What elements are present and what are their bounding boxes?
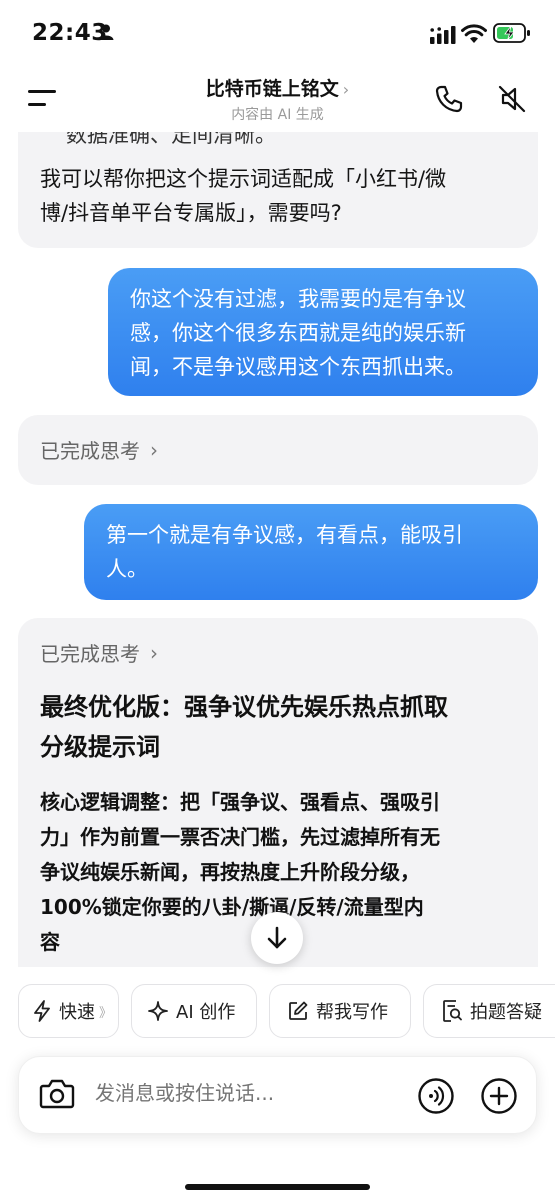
- heading-line: 分级提示词: [40, 733, 160, 761]
- user-text-line: 感，你这个很多东西就是纯的娱乐新: [130, 321, 466, 345]
- body-line: 争议纯娱乐新闻，再按热度上升阶段分级，: [40, 860, 420, 884]
- ai-text-line: 数据准确、足间清晰。: [66, 132, 276, 147]
- chevron-icon: 》: [99, 1005, 113, 1021]
- user-text-line: 你这个没有过滤，我需要的是有争议: [130, 287, 466, 311]
- scan-question-icon: [443, 1000, 462, 1022]
- chevron-right-icon: ›: [342, 80, 350, 99]
- quick-actions: 快速 》 AI 创作 帮我写作 拍题答疑: [0, 984, 555, 1040]
- voice-input-icon[interactable]: [417, 1077, 455, 1115]
- add-attachment-icon[interactable]: [480, 1077, 518, 1115]
- ai-generated-note: 内容由 AI 生成: [231, 107, 324, 123]
- answer-heading: 最终优化版：强争议优先娱乐热点抓取 分级提示词: [18, 667, 538, 767]
- speaker-muted-icon[interactable]: [497, 84, 527, 114]
- quick-action-fast[interactable]: 快速 》: [18, 984, 119, 1038]
- thinking-status[interactable]: 已完成思考 ›: [18, 415, 538, 485]
- signal-icon: [430, 26, 456, 44]
- quick-action-write[interactable]: 帮我写作: [269, 984, 411, 1038]
- user-message: 你这个没有过滤，我需要的是有争议 感，你这个很多东西就是纯的娱乐新 闻，不是争议…: [108, 268, 538, 396]
- user-text-line: 人。: [106, 557, 148, 581]
- quick-action-label: 帮我写作: [316, 1002, 388, 1023]
- ai-message-text: 我可以帮你把这个提示词适配成「小红书/微 博/抖音单平台专属版」，需要吗?: [18, 152, 538, 230]
- quick-action-photo-question[interactable]: 拍题答疑: [423, 984, 555, 1038]
- quick-action-label: 拍题答疑: [470, 1002, 542, 1023]
- home-indicator: [185, 1184, 370, 1190]
- status-time: 22:43: [32, 20, 108, 46]
- thinking-label: 已完成思考: [40, 642, 140, 666]
- ai-message-cut-line: 数据准确、足间清晰。: [18, 132, 538, 152]
- ai-message: 数据准确、足间清晰。 我可以帮你把这个提示词适配成「小红书/微 博/抖音单平台专…: [18, 132, 538, 248]
- body-line: 核心逻辑调整：把「强争议、强看点、强吸引: [40, 790, 440, 814]
- status-bar: 22:43: [0, 0, 555, 66]
- quick-action-ai-create[interactable]: AI 创作: [131, 984, 257, 1038]
- chat-header: 比特币链上铭文 › 内容由 AI 生成: [0, 66, 555, 132]
- arrow-down-icon: [267, 926, 287, 949]
- chat-title[interactable]: 比特币链上铭文 ›: [0, 74, 555, 101]
- body-line: 力」作为前置一票否决门槛，先过滤掉所有无: [40, 825, 440, 849]
- ai-text-line: 我可以帮你把这个提示词适配成「小红书/微: [40, 167, 447, 191]
- thinking-label: 已完成思考: [40, 439, 140, 463]
- camera-icon[interactable]: [39, 1078, 75, 1110]
- quick-action-label: AI 创作: [176, 1002, 236, 1023]
- chat-messages[interactable]: 数据准确、足间清晰。 我可以帮你把这个提示词适配成「小红书/微 博/抖音单平台专…: [0, 132, 555, 967]
- battery-icon: [493, 23, 530, 43]
- heading-line: 最终优化版：强争议优先娱乐热点抓取: [40, 693, 448, 721]
- ai-text-line: 博/抖音单平台专属版」，需要吗?: [40, 201, 342, 225]
- user-message: 第一个就是有争议感，有看点，能吸引 人。: [84, 504, 538, 600]
- message-input-bar: [18, 1056, 537, 1134]
- sparkle-icon: [148, 1001, 168, 1021]
- scroll-to-bottom-button[interactable]: [251, 912, 303, 964]
- quick-action-label: 快速: [59, 1002, 95, 1023]
- phone-icon[interactable]: [434, 84, 464, 114]
- lightning-icon: [34, 1000, 50, 1022]
- person-icon: [98, 24, 114, 40]
- wifi-icon: [461, 24, 487, 43]
- thinking-status[interactable]: 已完成思考 ›: [18, 618, 538, 667]
- chevron-right-icon: ›: [150, 437, 158, 462]
- message-input[interactable]: [95, 1081, 395, 1105]
- chevron-right-icon: ›: [150, 640, 158, 665]
- user-text-line: 闻，不是争议感用这个东西抓出来。: [130, 355, 466, 379]
- chat-title-text: 比特币链上铭文: [205, 78, 339, 100]
- user-text-line: 第一个就是有争议感，有看点，能吸引: [106, 523, 463, 547]
- edit-icon: [289, 1001, 308, 1020]
